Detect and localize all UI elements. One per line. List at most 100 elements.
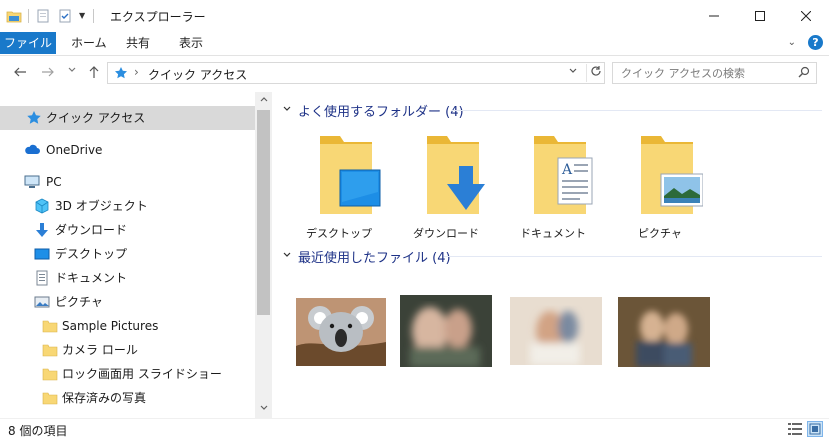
up-arrow-icon[interactable] (86, 65, 102, 81)
recent-files-header[interactable]: 最近使用したファイル (4) (282, 246, 451, 266)
group-title: よく使用するフォルダー (4) (298, 104, 464, 120)
tab-view[interactable]: 表示 (168, 32, 214, 54)
folder-tile-documents[interactable]: A ドキュメント (508, 130, 598, 240)
desktop-folder-icon (320, 136, 381, 214)
nav-item-label: カメラ ロール (62, 343, 138, 357)
status-bar: 8 個の項目 (0, 418, 829, 440)
scroll-up-icon[interactable] (255, 92, 272, 109)
nav-item-documents[interactable]: ドキュメント (0, 266, 255, 290)
blurred-photo-thumbnail (510, 297, 602, 365)
cloud-icon (24, 142, 40, 158)
nav-item-desktop[interactable]: デスクトップ (0, 242, 255, 266)
help-icon[interactable]: ? (808, 35, 823, 50)
scrollbar-thumb[interactable] (257, 110, 270, 315)
nav-item-label: ダウンロード (55, 223, 128, 237)
refresh-icon[interactable] (586, 64, 604, 82)
download-folder-icon (427, 136, 485, 214)
nav-item-downloads[interactable]: ダウンロード (0, 218, 255, 242)
recent-file-thumbnail[interactable] (400, 295, 492, 370)
nav-item-3d-objects[interactable]: 3D オブジェクト (0, 194, 255, 218)
nav-item-label: デスクトップ (55, 247, 128, 261)
minimize-button[interactable] (691, 0, 737, 32)
breadcrumb-separator[interactable]: › (134, 65, 139, 79)
desktop-icon (34, 246, 50, 262)
folder-icon (42, 318, 58, 334)
svg-text:A: A (561, 162, 573, 178)
address-bar[interactable]: › クイック アクセス (107, 62, 605, 84)
nav-item-camera-roll[interactable]: カメラ ロール (0, 338, 255, 362)
customize-toolbar-icon[interactable]: ▼ (79, 8, 87, 24)
blurred-photo-thumbnail (618, 297, 710, 367)
tab-share[interactable]: 共有 (115, 32, 161, 54)
folder-icon (42, 390, 58, 406)
new-folder-check-icon[interactable] (57, 8, 73, 24)
nav-item-pc[interactable]: PC (0, 170, 255, 194)
properties-icon[interactable] (35, 8, 51, 24)
nav-item-label: ピクチャ (55, 295, 103, 309)
picture-icon (34, 294, 50, 310)
view-toggle (787, 421, 823, 437)
nav-item-label: Sample Pictures (62, 319, 159, 333)
nav-item-onedrive[interactable]: OneDrive (0, 138, 255, 162)
group-divider (452, 110, 822, 111)
group-title: 最近使用したファイル (4) (298, 250, 451, 266)
folder-tile-downloads[interactable]: ダウンロード (401, 130, 491, 240)
document-icon (34, 270, 50, 286)
folder-label: デスクトップ (306, 227, 372, 240)
recent-file-thumbnail[interactable] (510, 297, 602, 368)
navigation-pane: クイック アクセス OneDrive PC 3D オブジェクト ダウンロード デ… (0, 92, 271, 418)
nav-item-quick-access[interactable]: クイック アクセス (0, 106, 255, 130)
quick-access-toolbar: ▼ (6, 7, 94, 25)
folder-tile-desktop[interactable]: デスクトップ (294, 130, 384, 240)
nav-item-lock-screen-slideshow[interactable]: ロック画面用 スライドショー (0, 362, 255, 386)
title-bar: ▼ エクスプローラー (0, 0, 829, 32)
back-arrow-icon[interactable] (12, 65, 28, 81)
tab-file[interactable]: ファイル (0, 32, 56, 54)
breadcrumb-quick-access[interactable]: クイック アクセス (148, 66, 247, 83)
frequent-folders-header[interactable]: よく使用するフォルダー (4) (282, 100, 464, 120)
search-box[interactable] (612, 62, 817, 84)
explorer-folder-icon[interactable] (6, 8, 22, 24)
folder-tile-pictures[interactable]: ピクチャ (615, 130, 705, 240)
scroll-down-icon[interactable] (255, 401, 272, 418)
recent-file-thumbnail[interactable] (296, 298, 386, 369)
nav-pane-scrollbar[interactable] (255, 92, 272, 418)
nav-item-sample-pictures[interactable]: Sample Pictures (0, 314, 255, 338)
blurred-photo-thumbnail (400, 295, 492, 367)
collapse-caret-icon[interactable] (282, 250, 298, 263)
search-input[interactable] (621, 63, 796, 83)
ribbon-right-controls: ⌄ ? (788, 35, 823, 50)
nav-item-label: PC (46, 175, 62, 189)
recent-locations-icon[interactable] (64, 65, 80, 81)
forward-arrow-icon[interactable] (40, 65, 56, 81)
group-divider (444, 256, 822, 257)
item-count: 8 個の項目 (8, 424, 68, 438)
recent-file-thumbnail[interactable] (618, 297, 710, 370)
nav-item-label: OneDrive (46, 143, 103, 157)
folder-icon (42, 366, 58, 382)
window-controls (691, 0, 829, 32)
cube-icon (34, 198, 50, 214)
computer-icon (24, 174, 40, 190)
window-title: エクスプローラー (110, 10, 206, 24)
folder-label: ピクチャ (638, 227, 682, 240)
tab-home[interactable]: ホーム (60, 32, 118, 54)
folder-icon (42, 342, 58, 358)
nav-item-pictures[interactable]: ピクチャ (0, 290, 255, 314)
maximize-button[interactable] (737, 0, 783, 32)
folder-label: ドキュメント (520, 227, 586, 240)
koala-thumbnail (296, 298, 386, 366)
documents-folder-icon: A (534, 136, 593, 214)
details-view-icon[interactable] (787, 421, 803, 437)
nav-item-label: ドキュメント (55, 271, 128, 285)
nav-item-label: クイック アクセス (46, 111, 146, 125)
nav-item-saved-pictures[interactable]: 保存済みの写真 (0, 386, 255, 410)
pictures-folder-icon (641, 136, 703, 214)
search-icon[interactable] (798, 66, 810, 81)
expand-ribbon-icon[interactable]: ⌄ (788, 37, 796, 48)
close-button[interactable] (783, 0, 829, 32)
collapse-caret-icon[interactable] (282, 104, 298, 117)
address-dropdown-icon[interactable] (568, 66, 578, 79)
nav-item-label: ロック画面用 スライドショー (62, 367, 222, 381)
large-icons-view-icon[interactable] (807, 421, 823, 437)
